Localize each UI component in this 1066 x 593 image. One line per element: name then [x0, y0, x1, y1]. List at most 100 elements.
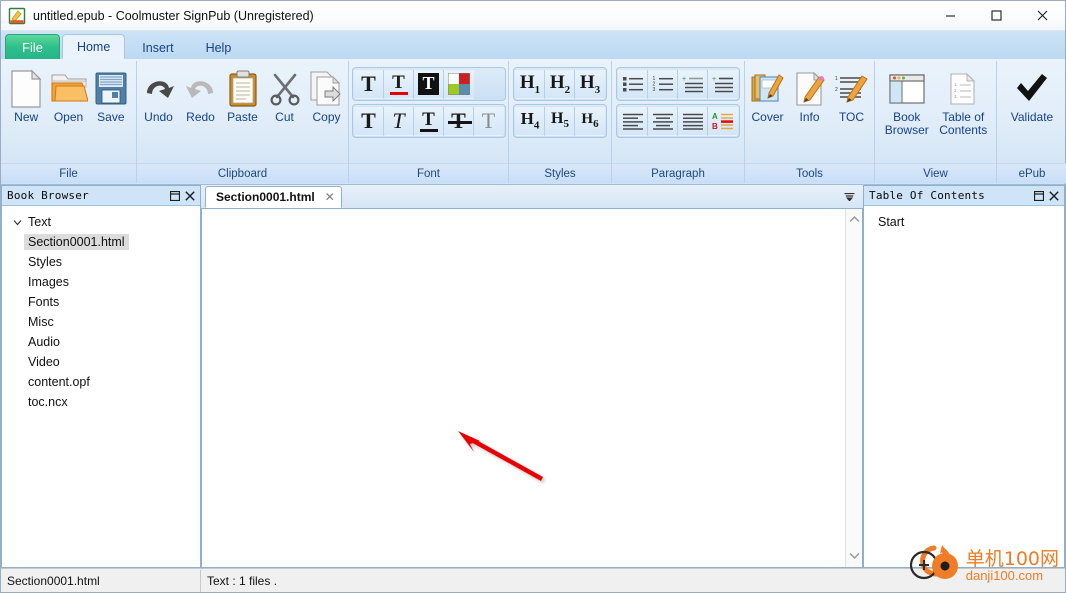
undo-button-label: Undo: [144, 110, 173, 124]
chevron-down-icon[interactable]: [10, 218, 24, 227]
copy-button[interactable]: Copy: [306, 64, 348, 125]
tree-item-styles[interactable]: Styles: [2, 252, 200, 272]
close-button[interactable]: [1019, 1, 1065, 31]
paste-button[interactable]: Paste: [222, 64, 264, 125]
heading-5-icon[interactable]: H5: [545, 106, 575, 136]
italic-icon[interactable]: T: [383, 106, 414, 136]
tree-item-misc-label: Misc: [28, 315, 54, 329]
document-tab-label: Section0001.html: [216, 190, 315, 204]
floppy-save-icon: [93, 68, 129, 110]
tree-item-section0001[interactable]: Section0001.html: [2, 232, 200, 252]
maximize-button[interactable]: [973, 1, 1019, 31]
document-tab-section0001[interactable]: Section0001.html ✕: [205, 186, 342, 208]
toc-item-start-label: Start: [878, 215, 905, 229]
clear-formatting-icon[interactable]: T: [473, 106, 504, 136]
tree-item-content-opf[interactable]: content.opf: [2, 372, 200, 392]
heading-3-icon[interactable]: H3: [575, 69, 605, 99]
status-file-count: Text : 1 files .: [207, 573, 278, 588]
new-button[interactable]: New: [5, 64, 47, 125]
paragraph-style-icon[interactable]: A B: [708, 106, 738, 136]
tree-item-images-label: Images: [28, 275, 69, 289]
tree-item-fonts-label: Fonts: [28, 295, 60, 309]
book-browser-panel-title: Book Browser: [7, 189, 89, 202]
editor-canvas[interactable]: [202, 209, 845, 567]
tree-item-video-label: Video: [28, 355, 60, 369]
toc-button[interactable]: 12 TOC: [831, 64, 873, 125]
editor-area: Section0001.html ✕: [201, 185, 863, 568]
toc-close-button[interactable]: [1046, 188, 1061, 204]
tab-list-dropdown-icon[interactable]: [844, 192, 855, 204]
underline-icon[interactable]: T: [413, 106, 444, 136]
ribbon: New Open Save File Undo Redo Paste Cut C…: [1, 59, 1066, 185]
ribbon-tab-file[interactable]: File: [5, 34, 60, 59]
text-color-swatch-icon[interactable]: [443, 69, 474, 99]
toc-edit-icon: 12: [834, 68, 870, 110]
scroll-down-arrow-icon[interactable]: [848, 545, 860, 567]
bold-icon[interactable]: T: [353, 106, 384, 136]
ribbon-tab-insert[interactable]: Insert: [127, 35, 188, 59]
book-browser-panel: Book Browser Text Section0001.html Style…: [1, 185, 201, 568]
heading-6-icon[interactable]: H6: [575, 106, 605, 136]
tree-item-images[interactable]: Images: [2, 272, 200, 292]
tree-item-toc-ncx[interactable]: toc.ncx: [2, 392, 200, 412]
scissors-cut-icon: [268, 68, 302, 110]
font-buttons-row-1: T T T: [351, 67, 506, 101]
highlight-text-icon[interactable]: T: [413, 69, 444, 99]
svg-text:A: A: [712, 112, 718, 121]
heading-2-icon[interactable]: H2: [545, 69, 575, 99]
tree-item-misc[interactable]: Misc: [2, 312, 200, 332]
bullet-list-icon[interactable]: [618, 69, 648, 99]
window-controls: [927, 1, 1065, 31]
bold-text-icon[interactable]: T: [353, 69, 384, 99]
font-buttons-grid: T T T T T T T: [351, 64, 506, 138]
epub-document-icon: [8, 7, 26, 25]
book-browser-close-button[interactable]: [182, 188, 197, 204]
align-left-icon[interactable]: [618, 106, 648, 136]
info-button[interactable]: Info: [789, 64, 831, 125]
tree-item-video[interactable]: Video: [2, 352, 200, 372]
tree-item-text-label: Text: [28, 215, 51, 229]
toc-item-start[interactable]: Start: [864, 212, 1064, 232]
numbered-list-icon[interactable]: 123: [648, 69, 678, 99]
book-browser-float-button[interactable]: [167, 188, 182, 204]
ribbon-group-tools-label: Tools: [745, 163, 874, 183]
toc-float-button[interactable]: [1031, 188, 1046, 204]
ribbon-group-tools: Cover Info 1 2 TOC Tools: [745, 61, 875, 183]
ribbon-tab-home[interactable]: Home: [61, 34, 126, 59]
svg-text:+: +: [682, 76, 686, 83]
table-of-contents-panel-body: Start: [864, 206, 1064, 567]
redo-button-label: Redo: [186, 110, 215, 124]
tree-item-toc-ncx-label: toc.ncx: [28, 395, 68, 409]
align-center-icon[interactable]: [648, 106, 678, 136]
tree-item-audio[interactable]: Audio: [2, 332, 200, 352]
table-of-contents-button[interactable]: 1. 2. 3. Table of Contents: [935, 64, 992, 138]
heading-1-icon[interactable]: H1: [515, 69, 545, 99]
svg-text:+: +: [712, 76, 716, 83]
undo-button[interactable]: Undo: [138, 64, 180, 125]
tree-item-fonts[interactable]: Fonts: [2, 292, 200, 312]
html-editor[interactable]: [201, 209, 863, 568]
minimize-button[interactable]: [927, 1, 973, 31]
redo-button[interactable]: Redo: [180, 64, 222, 125]
editor-vertical-scrollbar[interactable]: [845, 209, 862, 567]
align-justify-icon[interactable]: [678, 106, 708, 136]
cut-button[interactable]: Cut: [264, 64, 306, 125]
validate-button[interactable]: Validate: [1001, 64, 1063, 125]
cover-button[interactable]: Cover: [747, 64, 789, 125]
ribbon-tab-strip: File Home Insert Help: [1, 31, 1065, 59]
underline-text-icon[interactable]: T: [383, 69, 414, 99]
ribbon-group-paragraph: 123 + + A B Paragraph: [612, 61, 745, 183]
save-button[interactable]: Save: [90, 64, 132, 125]
checkmark-validate-icon: [1014, 68, 1050, 110]
heading-4-icon[interactable]: H4: [515, 106, 545, 136]
toc-button-label: TOC: [838, 110, 865, 124]
tree-item-text[interactable]: Text: [2, 212, 200, 232]
book-browser-button[interactable]: Book Browser: [879, 64, 935, 138]
scroll-up-arrow-icon[interactable]: [848, 209, 860, 231]
ribbon-tab-help[interactable]: Help: [191, 35, 247, 59]
increase-indent-icon[interactable]: +: [708, 69, 738, 99]
decrease-indent-icon[interactable]: +: [678, 69, 708, 99]
open-button[interactable]: Open: [47, 64, 89, 125]
strikethrough-icon[interactable]: T: [443, 106, 474, 136]
document-tab-close-icon[interactable]: ✕: [325, 190, 335, 204]
